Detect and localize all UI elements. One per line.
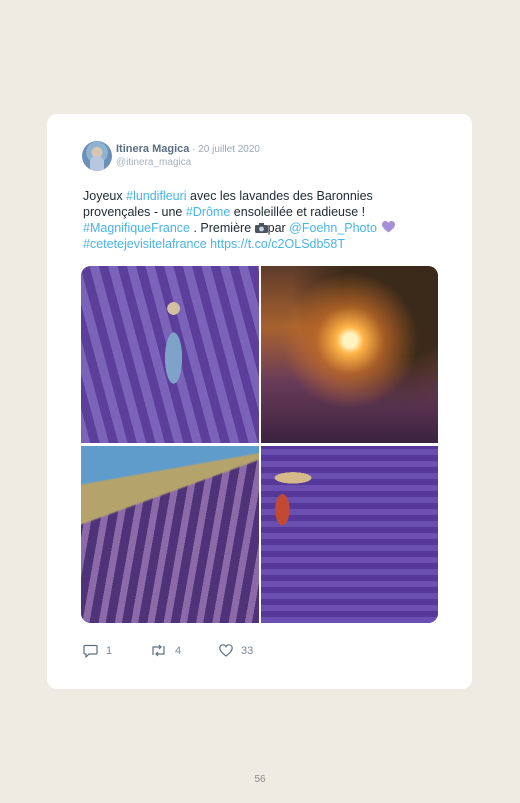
reply-count: 1 <box>106 645 113 657</box>
purple-heart-icon <box>382 221 396 233</box>
tweet-text: Joyeux #lundifleuri avec les lavandes de… <box>83 188 443 252</box>
camera-icon <box>254 223 268 233</box>
author-handle[interactable]: @itinera_magica <box>116 157 191 168</box>
photo-woman-lavender[interactable] <box>81 266 259 443</box>
text-part: Joyeux <box>83 189 127 203</box>
heart-icon <box>219 644 233 657</box>
date-separator: · <box>189 144 199 155</box>
reply-button[interactable]: 1 <box>83 644 112 658</box>
tweet-card: Itinera Magica · 20 juillet 2020 @itiner… <box>47 114 472 689</box>
text-part: ensoleillée et radieuse ! <box>230 205 366 219</box>
tweet-date[interactable]: 20 juillet 2020 <box>198 144 260 155</box>
mention-foehn-photo[interactable]: @Foehn_Photo <box>289 221 377 235</box>
tweet-actions: 1 4 33 <box>83 644 383 660</box>
reply-icon <box>83 644 98 658</box>
hashtag-cetetejevisitelafrance[interactable]: #cetetejevisitelafrance <box>83 237 207 251</box>
photo-grid <box>81 266 438 623</box>
avatar[interactable] <box>82 141 112 171</box>
photo-sunset-lavender[interactable] <box>261 266 438 443</box>
retweet-count: 4 <box>175 644 182 657</box>
retweet-button[interactable]: 4 <box>150 644 181 657</box>
avatar-figure <box>90 156 104 171</box>
hashtag-drome[interactable]: #Drôme <box>186 205 230 219</box>
author-line: Itinera Magica · 20 juillet 2020 <box>116 143 260 155</box>
tweet-link[interactable]: https://t.co/c2OLSdb58T <box>210 237 345 251</box>
photo-woman-hat-lavender[interactable] <box>261 446 438 623</box>
text-part: . Première <box>190 221 255 235</box>
like-button[interactable]: 33 <box>219 644 253 657</box>
hashtag-lundifleuri[interactable]: #lundifleuri <box>126 189 186 203</box>
like-count: 33 <box>241 644 254 657</box>
page-number: 56 <box>254 774 266 785</box>
photo-lavender-mountain[interactable] <box>81 446 259 623</box>
text-part: par <box>267 221 290 235</box>
author-name[interactable]: Itinera Magica <box>116 143 189 155</box>
hashtag-magnifiquefrance[interactable]: #MagnifiqueFrance <box>83 221 190 235</box>
retweet-icon <box>152 644 165 657</box>
